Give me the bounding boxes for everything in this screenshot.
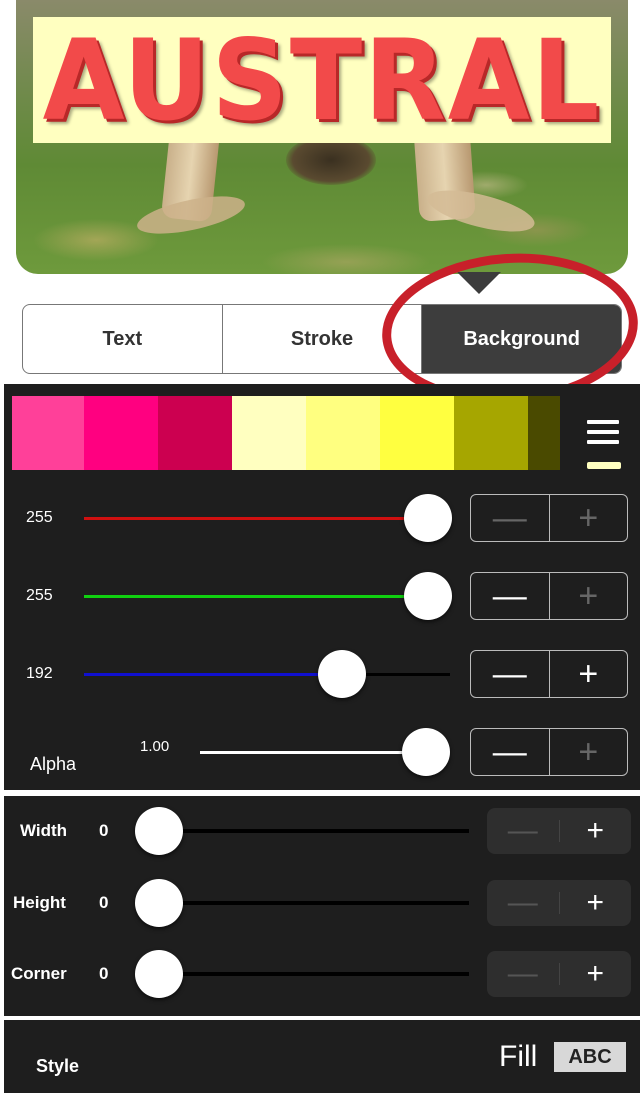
width-label: Width xyxy=(20,821,68,840)
color-swatch[interactable] xyxy=(232,396,306,470)
green-value: 255 xyxy=(26,587,53,604)
width-row: Width 0 — + xyxy=(4,796,640,866)
height-slider-knob[interactable] xyxy=(135,879,183,927)
green-slider-fill xyxy=(84,594,429,598)
tab-pointer xyxy=(457,272,501,294)
green-slider[interactable] xyxy=(84,572,453,620)
blue-slider[interactable] xyxy=(84,650,450,698)
color-swatch[interactable] xyxy=(454,396,528,470)
tab-background[interactable]: Background xyxy=(422,305,621,373)
green-plus-button[interactable]: + xyxy=(550,573,628,619)
green-slider-knob[interactable] xyxy=(404,572,453,620)
width-slider-knob[interactable] xyxy=(135,807,183,855)
segmented-tabs: Text Stroke Background xyxy=(22,304,622,374)
height-row: Height 0 — + xyxy=(4,868,640,938)
height-value: 0 xyxy=(99,893,109,912)
green-slider-row: 255 — + xyxy=(4,566,640,626)
color-swatch[interactable] xyxy=(380,396,454,470)
list-menu-icon[interactable] xyxy=(587,420,619,446)
style-bar: Style Fill ABC xyxy=(4,1020,640,1093)
red-slider-fill xyxy=(84,516,429,520)
red-value: 255 xyxy=(26,509,53,526)
red-minus-button[interactable]: — xyxy=(471,495,550,541)
color-swatch[interactable] xyxy=(528,396,560,470)
red-stepper: — + xyxy=(470,494,628,542)
height-label: Height xyxy=(13,893,66,912)
red-slider-knob[interactable] xyxy=(404,494,453,542)
style-preview-badge[interactable]: ABC xyxy=(554,1042,626,1072)
alpha-slider-knob[interactable] xyxy=(402,728,450,776)
corner-row: Corner 0 — + xyxy=(4,939,640,1009)
width-minus-button[interactable]: — xyxy=(487,814,559,848)
green-minus-button[interactable]: — xyxy=(471,573,550,619)
blue-slider-fill xyxy=(84,672,343,676)
title-text[interactable]: AUSTRAL xyxy=(33,14,611,146)
alpha-label: Alpha xyxy=(30,754,77,774)
color-swatch[interactable] xyxy=(12,396,84,470)
width-value: 0 xyxy=(99,821,109,840)
corner-minus-button[interactable]: — xyxy=(487,957,559,991)
corner-stepper: — + xyxy=(487,951,631,997)
blue-slider-row: 192 — + xyxy=(4,644,640,704)
red-slider-row: 255 — + xyxy=(4,488,640,548)
size-panel: Width 0 — + Height 0 — + Corner 0 — + xyxy=(4,796,640,1016)
corner-plus-button[interactable]: + xyxy=(560,957,632,991)
green-stepper: — + xyxy=(470,572,628,620)
height-plus-button[interactable]: + xyxy=(560,886,632,920)
width-plus-button[interactable]: + xyxy=(560,814,632,848)
color-swatch[interactable] xyxy=(306,396,380,470)
corner-slider-knob[interactable] xyxy=(135,950,183,998)
alpha-value: 1.00 xyxy=(140,738,170,755)
color-swatches xyxy=(12,396,560,470)
red-slider[interactable] xyxy=(84,494,453,542)
style-label: Style xyxy=(36,1056,80,1076)
color-swatch[interactable] xyxy=(84,396,158,470)
height-slider[interactable] xyxy=(159,901,469,905)
red-plus-button[interactable]: + xyxy=(550,495,628,541)
tab-text[interactable]: Text xyxy=(23,305,223,373)
alpha-plus-button[interactable]: + xyxy=(550,729,628,775)
blue-minus-button[interactable]: — xyxy=(471,651,550,697)
blue-stepper: — + xyxy=(470,650,628,698)
corner-slider[interactable] xyxy=(159,972,469,976)
alpha-slider-row: Alpha 1.00 — + xyxy=(4,722,640,782)
blue-slider-knob[interactable] xyxy=(318,650,367,698)
height-stepper: — + xyxy=(487,880,631,926)
width-slider[interactable] xyxy=(159,829,469,833)
corner-value: 0 xyxy=(99,964,109,983)
height-minus-button[interactable]: — xyxy=(487,886,559,920)
alpha-stepper: — + xyxy=(470,728,628,776)
blue-plus-button[interactable]: + xyxy=(550,651,628,697)
tab-stroke[interactable]: Stroke xyxy=(223,305,423,373)
bird-foot-right xyxy=(423,182,539,240)
alpha-minus-button[interactable]: — xyxy=(471,729,550,775)
corner-label: Corner xyxy=(11,964,67,983)
width-stepper: — + xyxy=(487,808,631,854)
color-panel: 255 — + 255 — + 192 — + Alpha 1.00 — + xyxy=(4,384,640,790)
color-swatch[interactable] xyxy=(158,396,232,470)
blue-value: 192 xyxy=(26,665,53,682)
alpha-slider[interactable] xyxy=(200,728,450,776)
current-color-indicator xyxy=(587,462,621,469)
fill-option[interactable]: Fill xyxy=(499,1040,537,1074)
